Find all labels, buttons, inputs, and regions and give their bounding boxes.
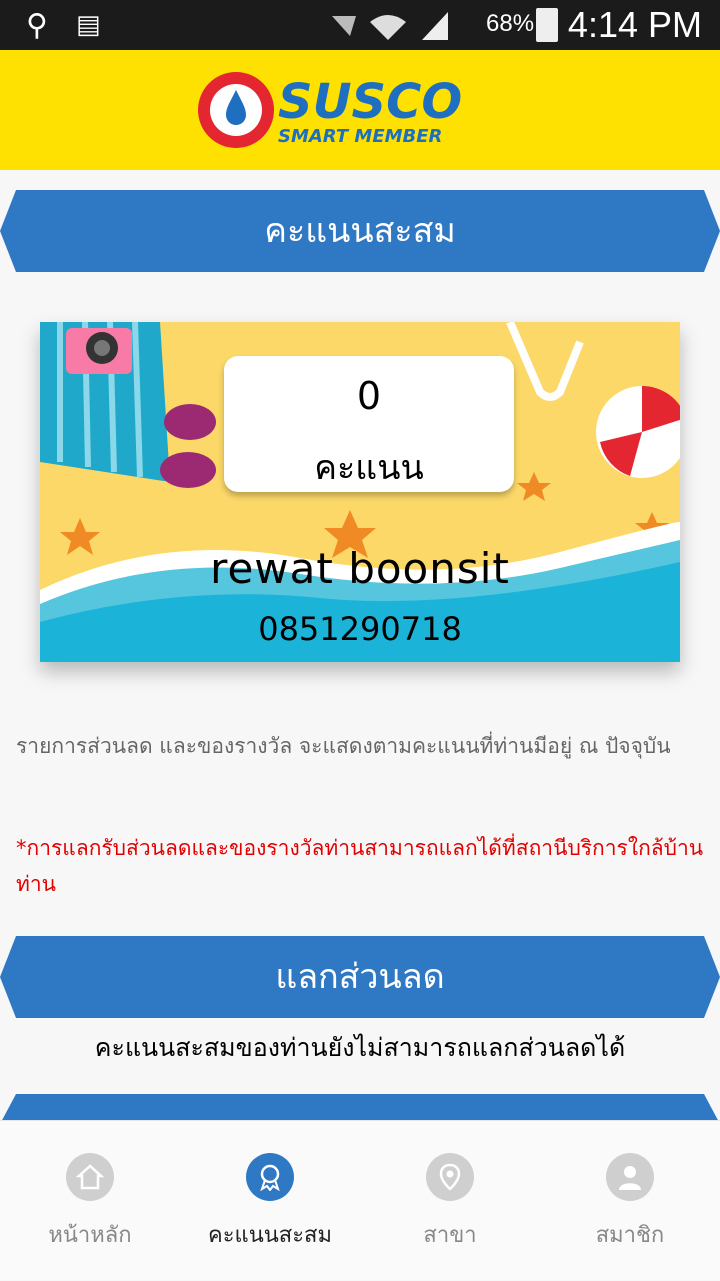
home-icon bbox=[66, 1153, 114, 1201]
points-banner: คะแนนสะสม bbox=[0, 190, 720, 272]
redeem-banner-title: แลกส่วนลด bbox=[275, 957, 445, 997]
info-text: รายการส่วนลด และของรางวัล จะแสดงตามคะแนน… bbox=[16, 734, 671, 758]
location-pin-icon bbox=[426, 1153, 474, 1201]
award-icon bbox=[246, 1153, 294, 1201]
points-box: 0 คะแนน bbox=[224, 356, 514, 492]
redeem-banner: แลกส่วนลด bbox=[0, 936, 720, 1018]
sim-icon: ▤ bbox=[76, 10, 101, 40]
nav-branches[interactable]: สาขา bbox=[360, 1121, 540, 1281]
brand-header: SUSCO SMART MEMBER bbox=[0, 50, 720, 170]
nav-points-label: คะแนนสะสม bbox=[208, 1223, 332, 1248]
signal-icons bbox=[330, 8, 450, 49]
member-name: rewat boonsit bbox=[210, 544, 510, 593]
nav-home-label: หน้าหลัก bbox=[48, 1223, 132, 1248]
redeem-message: คะแนนสะสมของท่านยังไม่สามารถแลกส่วนลดได้ bbox=[94, 1033, 626, 1062]
user-icon bbox=[606, 1153, 654, 1201]
points-unit: คะแนน bbox=[314, 448, 424, 488]
nav-points[interactable]: คะแนนสะสม bbox=[180, 1121, 360, 1281]
clock: 4:14 PM bbox=[567, 4, 702, 45]
points-banner-title: คะแนนสะสม bbox=[264, 211, 456, 251]
usb-icon: ⚲ bbox=[26, 8, 48, 43]
wifi-signal-icon bbox=[332, 12, 448, 40]
bottom-nav: หน้าหลัก คะแนนสะสม สาขา สมาชิก bbox=[0, 1120, 720, 1280]
nav-home[interactable]: หน้าหลัก bbox=[0, 1121, 180, 1281]
battery-percent: 68% bbox=[486, 10, 535, 37]
redeem-note: *การแลกรับส่วนลดและของรางวัลท่านสามารถแล… bbox=[16, 836, 704, 896]
nav-member[interactable]: สมาชิก bbox=[540, 1121, 720, 1281]
member-phone: 0851290718 bbox=[258, 610, 462, 648]
logo-sub-text: SMART MEMBER bbox=[278, 126, 442, 147]
nav-member-label: สมาชิก bbox=[595, 1223, 665, 1248]
points-value: 0 bbox=[356, 374, 382, 418]
member-card: 0 คะแนน rewat boonsit 0851290718 bbox=[40, 322, 680, 662]
nav-branches-label: สาขา bbox=[423, 1223, 477, 1248]
susco-logo: SUSCO SMART MEMBER bbox=[196, 70, 526, 150]
logo-main-text: SUSCO bbox=[278, 74, 462, 130]
status-bar: ⚲ ▤ 68% 4:14 PM bbox=[0, 0, 720, 50]
battery-icon bbox=[536, 8, 558, 42]
